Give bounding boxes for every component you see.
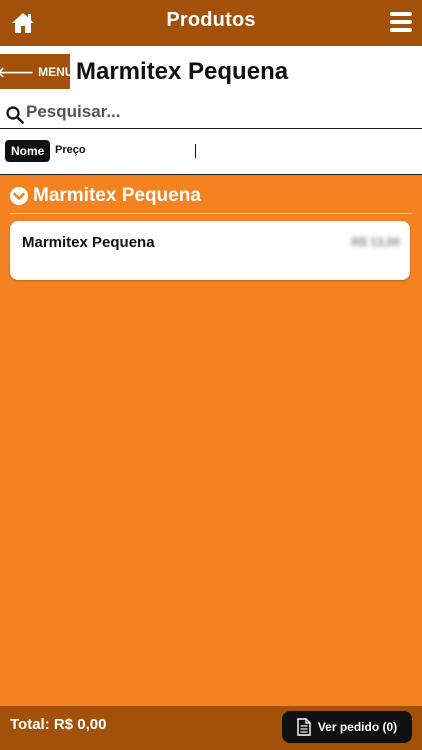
text-cursor (195, 144, 196, 158)
hamburger-icon (390, 12, 412, 16)
hamburger-icon-line (390, 28, 412, 32)
product-price: R$ 13,00 (351, 235, 400, 249)
back-menu-button[interactable]: 🡐 MENU (0, 54, 74, 89)
product-name: Marmitex Pequena (22, 234, 155, 251)
document-icon (297, 718, 311, 736)
sort-by-price-button[interactable]: Preço (55, 144, 86, 156)
back-menu-label: MENU (38, 64, 74, 79)
page-header: 🡐 MENU Marmitex Pequena (0, 46, 422, 98)
arrow-left-icon: 🡐 (0, 63, 35, 80)
view-order-button[interactable]: Ver pedido (0) (282, 711, 412, 743)
order-total: Total: R$ 0,00 (10, 716, 107, 733)
hamburger-menu-button[interactable] (390, 12, 412, 34)
chevron-down-circle-icon (10, 187, 28, 205)
top-bar: Produtos (0, 0, 422, 46)
sort-by-name-button[interactable]: Nome (5, 140, 51, 162)
bottom-bar: Total: R$ 0,00 Ver pedido (0) (0, 706, 422, 750)
hamburger-icon-line (390, 20, 412, 24)
category-label: Marmitex Pequena (33, 185, 201, 206)
page-title: Marmitex Pequena (76, 58, 289, 85)
search-icon (6, 106, 24, 124)
app-title: Produtos (166, 9, 256, 31)
product-card[interactable]: Marmitex Pequena R$ 13,00 (10, 221, 410, 280)
view-order-label: Ver pedido (0) (317, 720, 398, 734)
search-input[interactable] (26, 100, 406, 124)
sort-bar: Nome Preço (0, 129, 422, 175)
search-bar (0, 98, 422, 129)
category-header[interactable]: Marmitex Pequena (10, 183, 412, 214)
